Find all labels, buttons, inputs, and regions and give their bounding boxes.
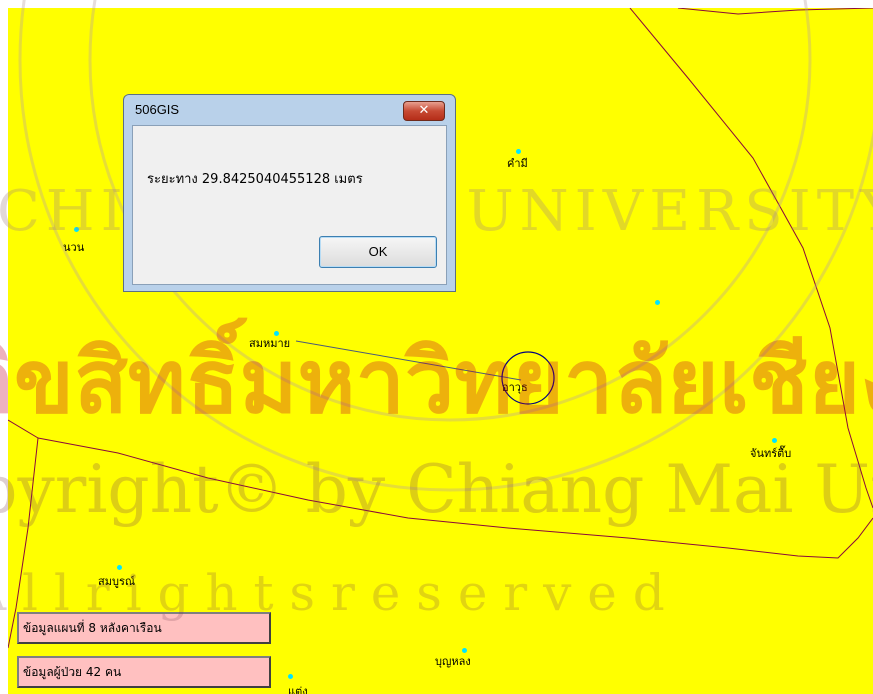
place-label: คำมี [507, 157, 528, 170]
place-point[interactable] [117, 565, 122, 570]
boundary-line [629, 8, 873, 509]
place-label: นวน [63, 241, 85, 254]
place-point[interactable] [74, 227, 79, 232]
dialog-title: 506GIS [135, 102, 180, 117]
close-icon: ✕ [418, 103, 430, 118]
measure-line [295, 340, 522, 381]
place-point[interactable] [288, 674, 293, 679]
boundary-line [677, 8, 873, 15]
dialog-body: ระยะทาง 29.8425040455128 เมตร OK [132, 125, 447, 285]
place-label: แต่ง [288, 685, 308, 694]
patient-info-box: ข้อมูลผู้ป่วย 42 คน [17, 656, 271, 688]
boundary-line [37, 437, 873, 559]
ok-button[interactable]: OK [319, 236, 437, 268]
place-label: อาวุธ [502, 381, 528, 394]
close-button[interactable]: ✕ [403, 101, 445, 121]
place-label: บุญหลง [435, 655, 471, 668]
place-label: จันทร์ตื๊บ [750, 447, 792, 460]
place-point[interactable] [655, 300, 660, 305]
dialog-message: ระยะทาง 29.8425040455128 เมตร [147, 172, 363, 187]
place-label: สมบูรณ์ [98, 575, 136, 588]
place-label: สมหมาย [249, 337, 291, 350]
dialog-titlebar[interactable]: 506GIS ✕ [124, 95, 455, 125]
place-point[interactable] [772, 438, 777, 443]
message-dialog[interactable]: 506GIS ✕ ระยะทาง 29.8425040455128 เมตร O… [123, 94, 456, 292]
map-info-box: ข้อมูลแผนที่ 8 หลังคาเรือน [17, 612, 271, 644]
